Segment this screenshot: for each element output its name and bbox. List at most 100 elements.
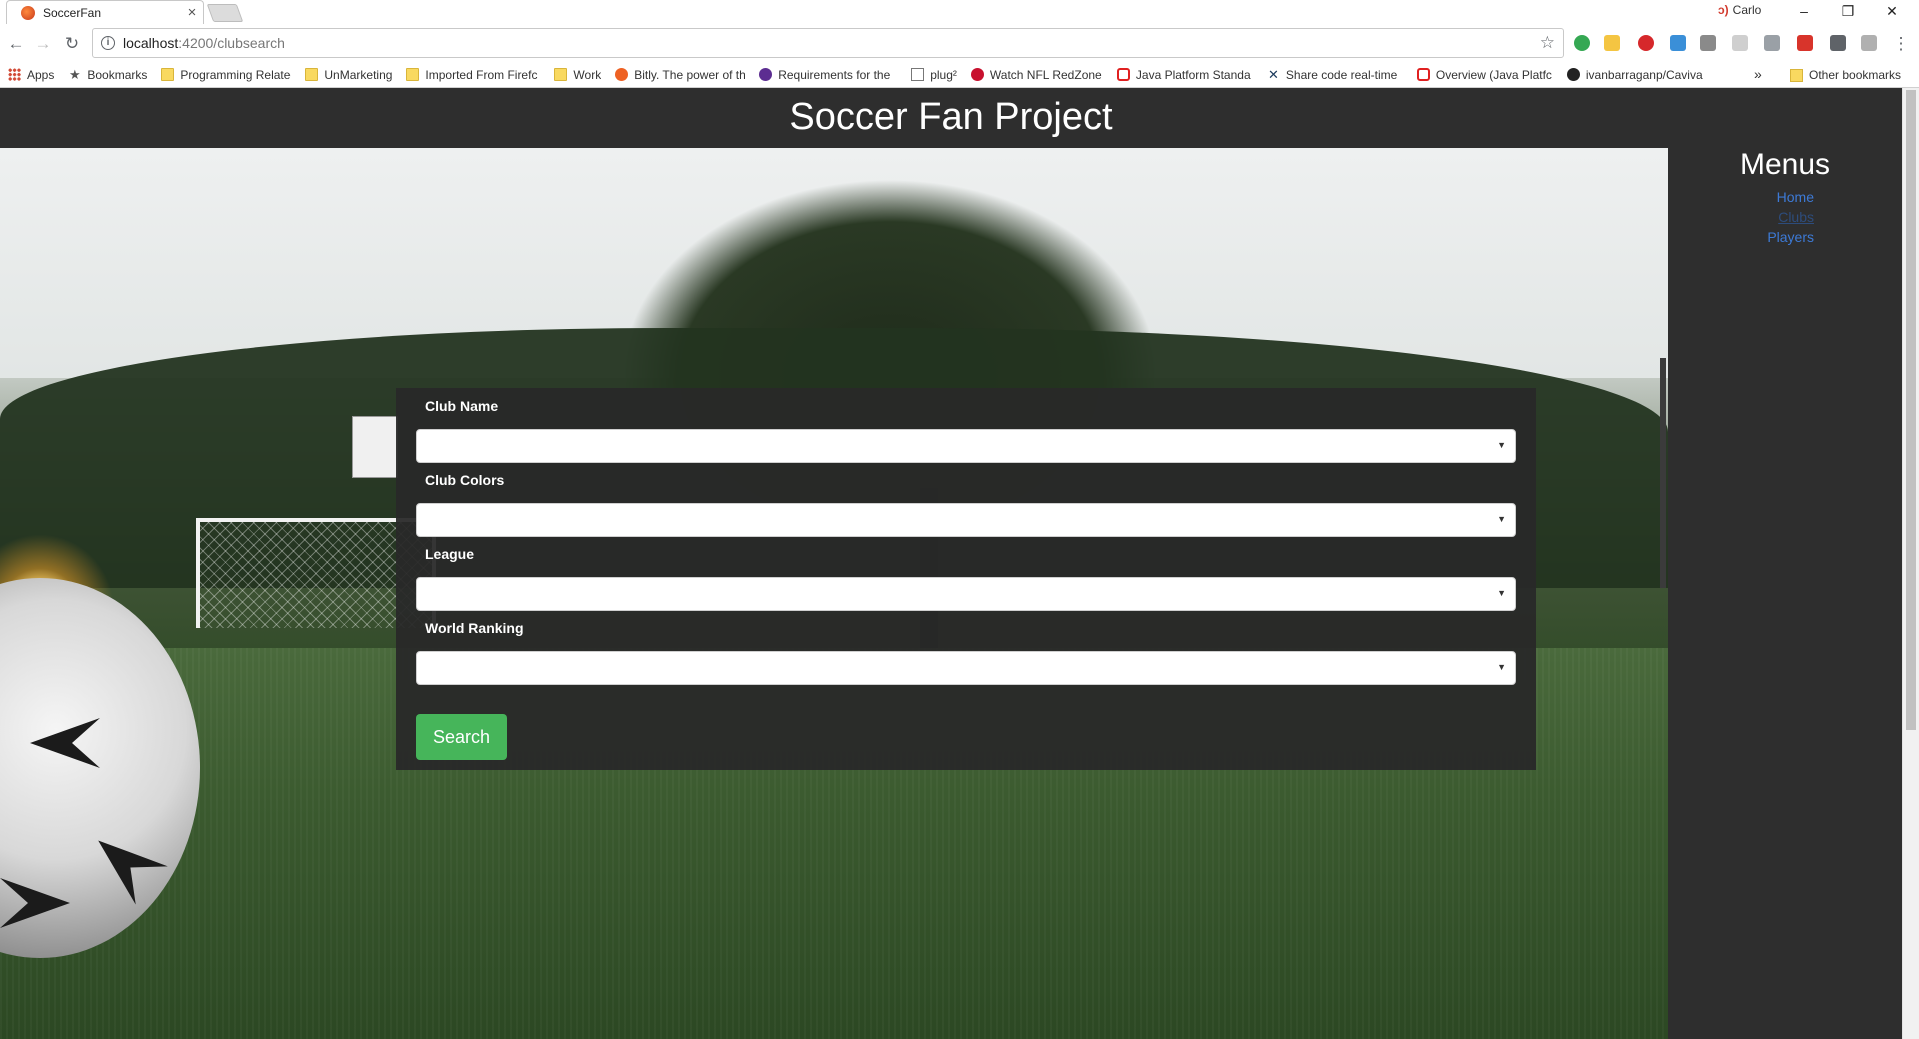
search-button[interactable]: Search — [416, 714, 507, 760]
extension-lastpass-icon[interactable] — [1797, 35, 1813, 51]
bookmark-codeshare[interactable]: ✕ Share code real-time — [1267, 68, 1403, 82]
menu-link-players[interactable]: Players — [1668, 227, 1814, 247]
bookmark-label: Imported From Firefc — [425, 67, 538, 82]
forward-arrow-icon[interactable]: → — [32, 33, 54, 55]
folder-icon — [161, 68, 175, 81]
soccer-ball-favicon-icon — [21, 5, 35, 20]
club-colors-label: Club Colors — [425, 472, 505, 488]
site-header: Soccer Fan Project — [0, 88, 1902, 148]
menu-list: Home Clubs Players — [1668, 187, 1892, 247]
bookmark-label: Bitly. The power of th — [634, 67, 746, 82]
league-label: League — [425, 546, 475, 562]
extension-lock-icon[interactable] — [1604, 35, 1620, 51]
world-ranking-select[interactable]: ▼ — [416, 651, 1516, 685]
browser-toolbar: ← → ↻ i localhost:4200/clubsearch ☆ ⋮ — [0, 24, 1919, 62]
tab-close-icon[interactable]: × — [181, 4, 203, 21]
extension-chat-icon[interactable] — [1732, 35, 1748, 51]
menu-link-clubs[interactable]: Clubs — [1668, 207, 1814, 227]
league-select[interactable]: ▼ — [416, 577, 1516, 611]
url-host: localhost — [123, 35, 179, 51]
site-icon — [759, 68, 773, 81]
extension-translate-icon[interactable] — [1670, 35, 1686, 51]
tab-title: SoccerFan — [43, 5, 102, 20]
folder-icon — [406, 68, 420, 81]
back-arrow-icon[interactable]: ← — [5, 33, 27, 55]
extension-pen-icon[interactable] — [1830, 35, 1846, 51]
close-window-button[interactable]: ✕ — [1870, 0, 1914, 24]
codeshare-icon: ✕ — [1267, 67, 1279, 82]
bookmark-requirements[interactable]: Requirements for the — [759, 68, 897, 82]
address-bar[interactable]: i localhost:4200/clubsearch ☆ — [92, 28, 1564, 58]
ball-patch — [30, 718, 100, 768]
nfl-icon — [970, 68, 984, 81]
bitly-icon — [615, 68, 629, 81]
info-icon[interactable]: i — [101, 36, 115, 50]
cast-icon[interactable] — [1764, 35, 1780, 51]
other-bookmarks[interactable]: Other bookmarks — [1790, 62, 1901, 88]
folder-icon — [554, 68, 568, 81]
page-scrollbar[interactable]: ▲ — [1902, 88, 1919, 1039]
folder-icon — [1790, 68, 1803, 82]
url-path: :4200/clubsearch — [178, 35, 285, 51]
bookmark-java-platform[interactable]: Java Platform Standa — [1116, 67, 1253, 82]
scrollbar-thumb[interactable] — [1906, 90, 1916, 730]
apps-icon — [8, 68, 21, 81]
club-name-select[interactable]: ▼ — [416, 429, 1516, 463]
chevron-down-icon: ▼ — [1497, 514, 1506, 524]
bookmarks-bar: Apps ★ Bookmarks Programming Relatec UnMa… — [0, 62, 1919, 88]
bookmark-label: Programming Relatec — [180, 67, 292, 82]
bookmark-bitly[interactable]: Bitly. The power of th — [615, 68, 745, 82]
ball-patch — [0, 878, 70, 928]
hero-background-image: Club Name ▼ Club Colors ▼ League ▼ World… — [0, 148, 1668, 1039]
bookmark-bookmarks[interactable]: ★ Bookmarks — [68, 68, 147, 82]
light-pole — [1660, 358, 1666, 588]
folder-icon — [305, 68, 319, 81]
extension-pocket-icon[interactable] — [1700, 35, 1716, 51]
bookmark-label: Java Platform Standa — [1135, 67, 1251, 82]
profile-name: Carlo — [1732, 3, 1762, 17]
sidebar-menu: Menus Home Clubs Players — [1668, 148, 1902, 1039]
bookmark-apps[interactable]: Apps — [8, 68, 54, 82]
page-viewport: Soccer Fan Project Club Name ▼ Club Colo… — [0, 88, 1902, 1039]
extension-k-icon[interactable] — [1861, 35, 1877, 51]
site-title: Soccer Fan Project — [789, 96, 1113, 138]
bookmark-label: Apps — [27, 67, 55, 82]
bookmark-nfl-redzone[interactable]: Watch NFL RedZone — [970, 68, 1103, 82]
chrome-menu-icon[interactable]: ⋮ — [1890, 33, 1912, 55]
bookmark-star-icon[interactable]: ☆ — [1540, 33, 1555, 53]
bookmark-label: UnMarketing — [324, 67, 393, 82]
bookmark-plug[interactable]: plug² — [911, 68, 957, 82]
star-icon: ★ — [69, 67, 81, 82]
club-colors-select[interactable]: ▼ — [416, 503, 1516, 537]
club-name-label: Club Name — [425, 398, 499, 414]
bookmark-imported-firefox[interactable]: Imported From Firefc — [406, 68, 540, 82]
chevron-down-icon: ▼ — [1497, 662, 1506, 672]
restore-button[interactable]: ❐ — [1826, 0, 1870, 24]
page-icon — [911, 68, 925, 81]
new-tab-button[interactable] — [206, 4, 244, 22]
extension-hangouts-icon[interactable] — [1574, 35, 1590, 51]
extension-adblock-icon[interactable] — [1638, 35, 1654, 51]
world-ranking-label: World Ranking — [425, 620, 524, 636]
bookmark-java-overview[interactable]: Overview (Java Platfc — [1416, 67, 1553, 82]
github-icon — [1566, 68, 1580, 81]
oracle-icon — [1116, 68, 1130, 81]
bookmark-work[interactable]: Work — [554, 68, 601, 82]
profile-button[interactable]: ↄ) Carlo — [1718, 3, 1761, 17]
ball-patch — [82, 821, 168, 904]
bookmarks-overflow-button[interactable]: » — [1754, 66, 1762, 82]
menu-link-home[interactable]: Home — [1668, 187, 1814, 207]
field-sign — [352, 416, 398, 478]
bookmark-label: Share code real-time — [1285, 67, 1398, 82]
chevron-down-icon: ▼ — [1497, 440, 1506, 450]
bookmark-github[interactable]: ivanbarraganp/Caviva — [1566, 68, 1705, 82]
bookmark-label: Requirements for the — [778, 67, 891, 82]
reload-icon[interactable]: ↻ — [61, 33, 83, 55]
bookmark-programming[interactable]: Programming Relatec — [161, 68, 291, 82]
bookmark-label: Bookmarks — [87, 67, 148, 82]
bookmark-label: Overview (Java Platfc — [1435, 67, 1552, 82]
minimize-button[interactable]: – — [1782, 0, 1826, 24]
bookmark-unmarketing[interactable]: UnMarketing — [305, 68, 392, 82]
browser-tab[interactable]: SoccerFan × — [6, 0, 204, 24]
other-bookmarks-label: Other bookmarks — [1809, 68, 1902, 82]
